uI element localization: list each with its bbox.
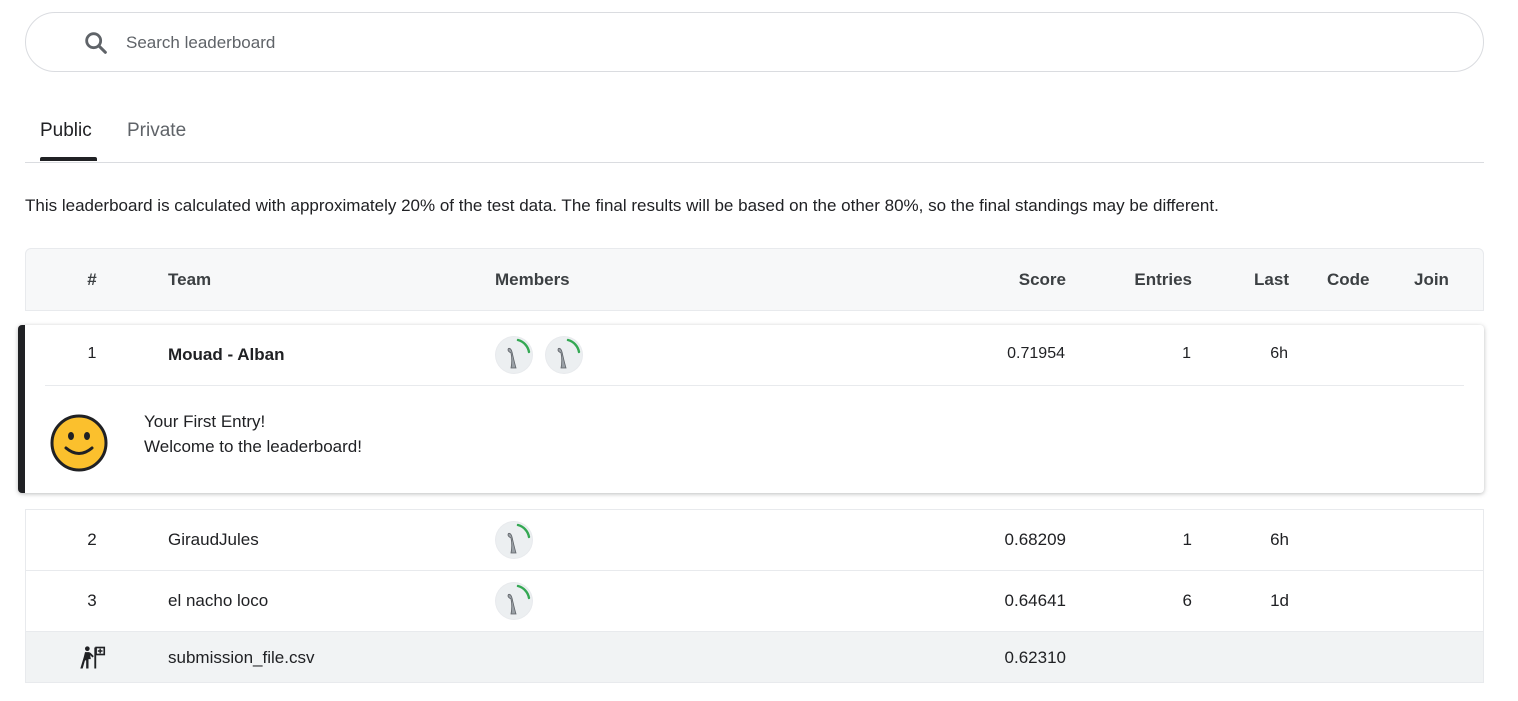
welcome-title: Your First Entry! [144,412,266,431]
welcome-subtitle: Welcome to the leaderboard! [144,437,362,456]
row-team-name[interactable]: Mouad - Alban [168,345,284,365]
leaderboard-notice: This leaderboard is calculated with appr… [25,196,1219,215]
tab-public[interactable]: Public [40,120,92,142]
row-score: 0.68209 [1004,530,1066,549]
member-avatar[interactable] [545,336,583,374]
header-score: Score [1018,270,1066,289]
search-bar[interactable] [25,12,1484,72]
header-team: Team [168,270,212,289]
leaderboard-tabs: Public Private [25,100,1484,163]
header-last: Last [1254,270,1289,289]
submission-score: 0.62310 [1004,648,1066,667]
row-entries: 6 [1182,591,1192,610]
row-last: 6h [1270,345,1288,362]
active-tab-indicator [40,157,97,161]
ostrich-avatar-icon [496,337,532,373]
header-code: Code [1327,270,1370,289]
row-rank: 1 [87,345,97,362]
ostrich-avatar-icon [496,583,532,619]
row-score: 0.64641 [1004,591,1066,610]
member-avatar[interactable] [495,521,533,559]
smiley-icon [50,414,108,472]
member-avatar[interactable] [495,336,533,374]
search-icon [85,32,107,54]
table-row[interactable]: 2 GiraudJules 0.68209 1 6h [25,509,1484,571]
header-members: Members [495,270,570,289]
row-divider [45,385,1464,386]
header-entries: Entries [1134,270,1192,289]
benchmark-row: submission_file.csv 0.62310 [25,631,1484,683]
row-score: 0.71954 [1007,345,1065,362]
table-row[interactable]: 3 el nacho loco 0.64641 6 1d [25,570,1484,632]
ostrich-avatar-icon [546,337,582,373]
row-last: 6h [1270,530,1289,549]
table-row-highlighted[interactable]: 1 Mouad - Alban 0.71954 1 6h Your First … [18,325,1484,493]
row-entries: 1 [1182,530,1192,549]
search-input[interactable] [126,30,1426,56]
row-rank: 3 [87,591,97,610]
tab-private[interactable]: Private [127,120,186,142]
row-entries: 1 [1182,345,1191,362]
row-team-name[interactable]: el nacho loco [168,591,268,611]
table-header: # Team Members Score Entries Last Code J… [25,248,1484,311]
benchmark-person-icon [80,646,106,669]
header-join: Join [1414,270,1449,289]
row-rank: 2 [87,530,97,549]
welcome-message: Your First Entry! Welcome to the leaderb… [144,409,362,459]
row-team-name[interactable]: GiraudJules [168,530,259,550]
row-last: 1d [1270,591,1289,610]
ostrich-avatar-icon [496,522,532,558]
header-rank: # [87,270,97,289]
submission-file-name: submission_file.csv [168,648,315,667]
member-avatar[interactable] [495,582,533,620]
